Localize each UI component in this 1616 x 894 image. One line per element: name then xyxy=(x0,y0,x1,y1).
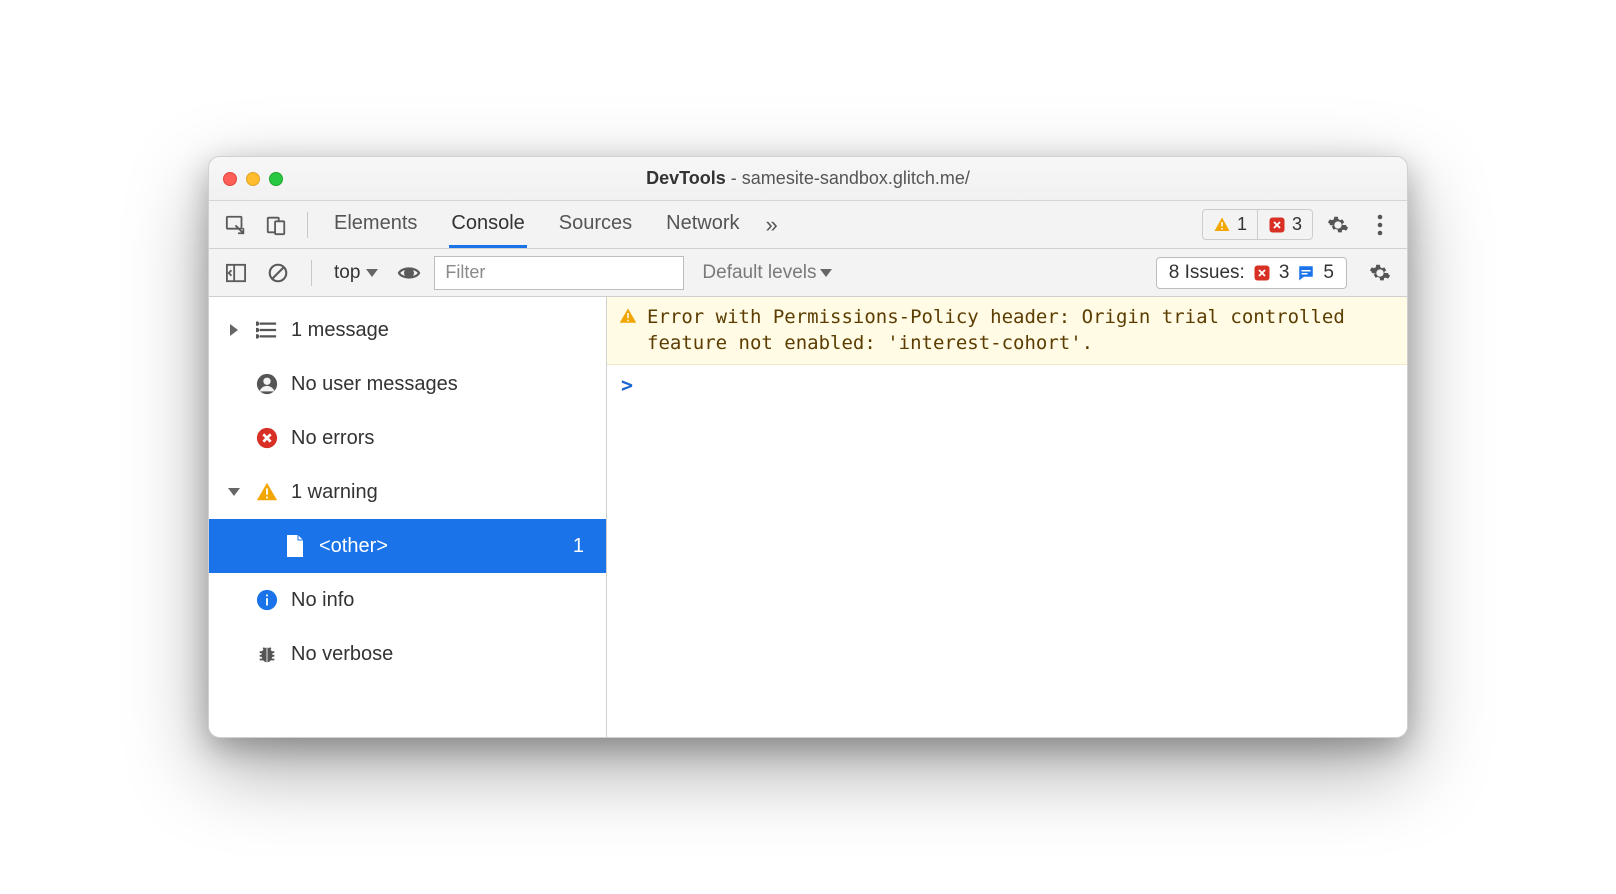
inspect-element-icon[interactable] xyxy=(219,208,253,242)
console-sidebar: 1 message No user messages No errors xyxy=(209,297,607,737)
clear-console-icon[interactable] xyxy=(261,256,295,290)
device-toggle-icon[interactable] xyxy=(259,208,293,242)
sidebar-label: <other> xyxy=(319,535,388,558)
bug-icon xyxy=(255,643,279,665)
chevron-down-icon xyxy=(228,488,240,496)
consolebar-divider xyxy=(311,260,312,286)
panel-tabs: Elements Console Sources Network xyxy=(332,202,742,248)
close-window-button[interactable] xyxy=(223,172,237,186)
console-toolbar: top Default levels 8 Issues: 3 5 xyxy=(209,249,1407,297)
issues-button[interactable]: 8 Issues: 3 5 xyxy=(1156,257,1347,289)
issues-label: 8 Issues: xyxy=(1169,262,1245,284)
warning-icon xyxy=(255,481,279,503)
status-badges[interactable]: 1 3 xyxy=(1202,209,1313,240)
errors-count: 3 xyxy=(1292,214,1302,235)
tab-console[interactable]: Console xyxy=(449,202,526,248)
file-icon xyxy=(283,534,307,558)
console-prompt[interactable]: > xyxy=(607,365,1407,405)
sidebar-label: 1 warning xyxy=(291,481,378,504)
console-warning-message[interactable]: Error with Permissions-Policy header: Or… xyxy=(607,297,1407,365)
execution-context-selector[interactable]: top xyxy=(328,260,384,286)
issues-info-count: 5 xyxy=(1323,262,1334,284)
context-label: top xyxy=(334,262,360,284)
window-titlebar: DevTools - samesite-sandbox.glitch.me/ xyxy=(209,157,1407,201)
sidebar-label: No errors xyxy=(291,427,374,450)
warnings-badge[interactable]: 1 xyxy=(1203,210,1257,239)
more-tabs-icon[interactable]: » xyxy=(766,212,778,238)
info-chat-icon xyxy=(1297,264,1315,282)
devtools-window: DevTools - samesite-sandbox.glitch.me/ E… xyxy=(208,156,1408,738)
log-levels-selector[interactable]: Default levels xyxy=(702,262,832,284)
minimize-window-button[interactable] xyxy=(246,172,260,186)
title-url: samesite-sandbox.glitch.me/ xyxy=(742,168,970,188)
live-expression-icon[interactable] xyxy=(392,256,426,290)
console-settings-icon[interactable] xyxy=(1363,256,1397,290)
sidebar-label: No user messages xyxy=(291,373,458,396)
issues-errors-count: 3 xyxy=(1279,262,1290,284)
dropdown-icon xyxy=(820,269,832,277)
tab-elements[interactable]: Elements xyxy=(332,202,419,248)
errors-badge[interactable]: 3 xyxy=(1257,210,1312,239)
zoom-window-button[interactable] xyxy=(269,172,283,186)
list-icon xyxy=(255,320,279,340)
title-app: DevTools xyxy=(646,168,726,188)
console-filter-input[interactable] xyxy=(434,256,684,290)
sidebar-item-warnings[interactable]: 1 warning xyxy=(209,465,606,519)
console-body: 1 message No user messages No errors xyxy=(209,297,1407,737)
chevron-right-icon xyxy=(230,324,238,336)
warning-icon xyxy=(1213,216,1231,234)
sidebar-label: 1 message xyxy=(291,319,389,342)
error-icon xyxy=(255,427,279,449)
sidebar-item-verbose[interactable]: No verbose xyxy=(209,627,606,681)
sidebar-count: 1 xyxy=(573,535,596,558)
sidebar-item-user[interactable]: No user messages xyxy=(209,357,606,411)
warnings-count: 1 xyxy=(1237,214,1247,235)
prompt-chevron-icon: > xyxy=(621,373,633,397)
kebab-menu-icon[interactable] xyxy=(1363,208,1397,242)
error-icon xyxy=(1253,264,1271,282)
window-title: DevTools - samesite-sandbox.glitch.me/ xyxy=(283,168,1333,189)
user-icon xyxy=(255,373,279,395)
console-output: Error with Permissions-Policy header: Or… xyxy=(607,297,1407,737)
warning-icon xyxy=(619,307,637,325)
devtools-toolbar: Elements Console Sources Network » 1 3 xyxy=(209,201,1407,249)
sidebar-item-other[interactable]: <other> 1 xyxy=(209,519,606,573)
settings-icon[interactable] xyxy=(1321,208,1355,242)
toggle-sidebar-icon[interactable] xyxy=(219,256,253,290)
toolbar-divider xyxy=(307,212,308,238)
info-icon xyxy=(255,589,279,611)
sidebar-item-info[interactable]: No info xyxy=(209,573,606,627)
sidebar-item-errors[interactable]: No errors xyxy=(209,411,606,465)
sidebar-item-messages[interactable]: 1 message xyxy=(209,303,606,357)
error-icon xyxy=(1268,216,1286,234)
levels-label: Default levels xyxy=(702,262,816,284)
sidebar-label: No info xyxy=(291,589,354,612)
traffic-lights xyxy=(223,172,283,186)
tab-network[interactable]: Network xyxy=(664,202,741,248)
warning-text: Error with Permissions-Policy header: Or… xyxy=(647,305,1395,356)
dropdown-icon xyxy=(366,269,378,277)
tab-sources[interactable]: Sources xyxy=(557,202,634,248)
sidebar-label: No verbose xyxy=(291,643,393,666)
